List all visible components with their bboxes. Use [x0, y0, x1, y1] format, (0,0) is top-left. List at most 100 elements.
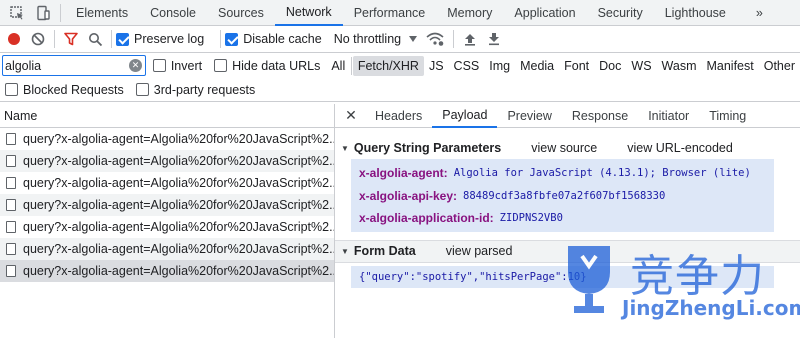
request-row-selected[interactable]: query?x-algolia-agent=Algolia%20for%20Ja… — [0, 260, 334, 282]
param-row: x-algolia-agent: Algolia for JavaScript (… — [359, 162, 774, 185]
record-icon[interactable] — [2, 26, 26, 52]
search-icon[interactable] — [83, 26, 107, 52]
devtools-tab-bar: Elements Console Sources Network Perform… — [0, 0, 800, 26]
request-rows: query?x-algolia-agent=Algolia%20for%20Ja… — [0, 128, 334, 282]
tab-response[interactable]: Response — [562, 104, 638, 128]
filter-type-img[interactable]: Img — [484, 56, 515, 76]
preserve-log-checkbox[interactable]: Preserve log — [116, 32, 204, 46]
disable-cache-checkbox[interactable]: Disable cache — [225, 32, 322, 46]
chevron-down-icon[interactable] — [405, 26, 421, 52]
view-url-encoded-button[interactable]: view URL-encoded — [627, 141, 733, 155]
request-name: query?x-algolia-agent=Algolia%20for%20Ja… — [23, 154, 334, 168]
tab-preview[interactable]: Preview — [497, 104, 561, 128]
preserve-log-label: Preserve log — [134, 32, 205, 46]
request-row[interactable]: query?x-algolia-agent=Algolia%20for%20Ja… — [0, 172, 334, 194]
request-row[interactable]: query?x-algolia-agent=Algolia%20for%20Ja… — [0, 194, 334, 216]
query-string-header[interactable]: ▼ Query String Parameters view source vi… — [335, 137, 800, 159]
detail-tabs: ✕ Headers Payload Preview Response Initi… — [335, 104, 800, 128]
filter-icon[interactable] — [59, 26, 83, 52]
watermark: 竞争力 JingZhengLi.com — [560, 240, 800, 330]
request-row[interactable]: query?x-algolia-agent=Algolia%20for%20Ja… — [0, 128, 334, 150]
more-tabs-button[interactable]: » — [745, 0, 774, 26]
view-source-button[interactable]: view source — [531, 141, 597, 155]
query-params-list: x-algolia-agent: Algolia for JavaScript (… — [351, 159, 774, 232]
device-toolbar-icon[interactable] — [30, 0, 56, 26]
request-name: query?x-algolia-agent=Algolia%20for%20Ja… — [23, 198, 334, 212]
blocked-requests-label: Blocked Requests — [23, 82, 124, 97]
name-column-header[interactable]: Name — [0, 104, 334, 128]
hide-data-urls-checkbox[interactable]: Hide data URLs — [214, 59, 320, 73]
checkbox-checked-icon[interactable] — [225, 32, 239, 46]
checkbox-unchecked-icon[interactable] — [5, 83, 18, 96]
filter-type-other[interactable]: Other — [759, 56, 800, 76]
tab-headers[interactable]: Headers — [365, 104, 432, 128]
divider — [111, 30, 112, 48]
filter-type-wasm[interactable]: Wasm — [657, 56, 702, 76]
triangle-down-icon: ▼ — [341, 246, 349, 256]
clear-icon[interactable] — [26, 26, 50, 52]
tab-application[interactable]: Application — [503, 0, 586, 26]
tab-console[interactable]: Console — [139, 0, 207, 26]
filter-type-font[interactable]: Font — [559, 56, 594, 76]
blocked-requests-checkbox[interactable]: Blocked Requests — [5, 83, 124, 97]
disable-cache-label: Disable cache — [243, 32, 322, 46]
filter-input[interactable] — [5, 58, 145, 73]
tab-payload[interactable]: Payload — [432, 104, 498, 128]
request-row[interactable]: query?x-algolia-agent=Algolia%20for%20Ja… — [0, 150, 334, 172]
file-icon — [6, 221, 16, 233]
file-icon — [6, 155, 16, 167]
filter-type-manifest[interactable]: Manifest — [701, 56, 758, 76]
file-icon — [6, 177, 16, 189]
checkbox-checked-icon[interactable] — [116, 32, 129, 46]
throttling-select[interactable]: No throttling — [334, 32, 401, 46]
watermark-chinese-text: 竞争力 — [630, 251, 765, 302]
tab-performance[interactable]: Performance — [343, 0, 437, 26]
section-title: Query String Parameters — [353, 141, 502, 155]
clear-filter-icon[interactable]: ✕ — [129, 59, 142, 72]
param-value: ZIDPNS2VB0 — [499, 212, 563, 225]
file-icon — [6, 199, 16, 211]
inspect-element-icon[interactable] — [4, 0, 30, 26]
tab-memory[interactable]: Memory — [436, 0, 503, 26]
file-icon — [6, 133, 16, 145]
checkbox-unchecked-icon[interactable] — [135, 83, 149, 96]
filter-type-ws[interactable]: WS — [626, 56, 656, 76]
tab-lighthouse[interactable]: Lighthouse — [654, 0, 737, 26]
tab-initiator[interactable]: Initiator — [638, 104, 699, 128]
tab-security[interactable]: Security — [587, 0, 654, 26]
checkbox-unchecked-icon[interactable] — [214, 59, 228, 72]
filter-type-doc[interactable]: Doc — [594, 56, 626, 76]
filter-type-media[interactable]: Media — [515, 56, 559, 76]
param-value: Algolia for JavaScript (4.13.1); Browser… — [453, 167, 751, 180]
param-key: x-algolia-api-key: — [359, 188, 458, 203]
filter-input-box[interactable]: ✕ — [2, 55, 146, 76]
invert-checkbox[interactable]: Invert — [152, 58, 203, 73]
divider — [60, 3, 61, 22]
request-row[interactable]: query?x-algolia-agent=Algolia%20for%20Ja… — [0, 238, 334, 260]
filter-bar: ✕ Invert Hide data URLs All Fetch/XHR JS… — [0, 53, 800, 78]
param-row: x-algolia-application-id: ZIDPNS2VB0 — [359, 207, 774, 230]
invert-label: Invert — [170, 58, 203, 73]
filter-type-all[interactable]: All — [326, 56, 350, 76]
checkbox-unchecked-icon[interactable] — [152, 59, 166, 72]
form-data-text: {"query":"spotify","hitsPerPage":10} — [359, 270, 587, 283]
network-conditions-icon[interactable] — [421, 26, 449, 52]
tab-elements[interactable]: Elements — [65, 0, 139, 26]
tab-timing[interactable]: Timing — [699, 104, 756, 128]
export-har-icon[interactable] — [482, 26, 506, 52]
param-value: 88489cdf3a8fbfe07a2f607bf1568330 — [463, 189, 666, 202]
file-icon — [6, 265, 16, 277]
third-party-checkbox[interactable]: 3rd-party requests — [135, 83, 255, 97]
tab-network[interactable]: Network — [274, 0, 343, 26]
request-name: query?x-algolia-agent=Algolia%20for%20Ja… — [23, 264, 334, 278]
filter-type-css[interactable]: CSS — [449, 56, 485, 76]
request-row[interactable]: query?x-algolia-agent=Algolia%20for%20Ja… — [0, 216, 334, 238]
close-icon[interactable]: ✕ — [343, 107, 359, 124]
request-list: Name query?x-algolia-agent=Algolia%20for… — [0, 104, 335, 338]
filter-type-fetch-xhr[interactable]: Fetch/XHR — [352, 55, 424, 76]
import-har-icon[interactable] — [458, 26, 482, 52]
filter-type-js[interactable]: JS — [424, 56, 449, 76]
tab-sources[interactable]: Sources — [207, 0, 275, 26]
view-parsed-button[interactable]: view parsed — [446, 244, 513, 258]
request-name: query?x-algolia-agent=Algolia%20for%20Ja… — [23, 176, 334, 190]
